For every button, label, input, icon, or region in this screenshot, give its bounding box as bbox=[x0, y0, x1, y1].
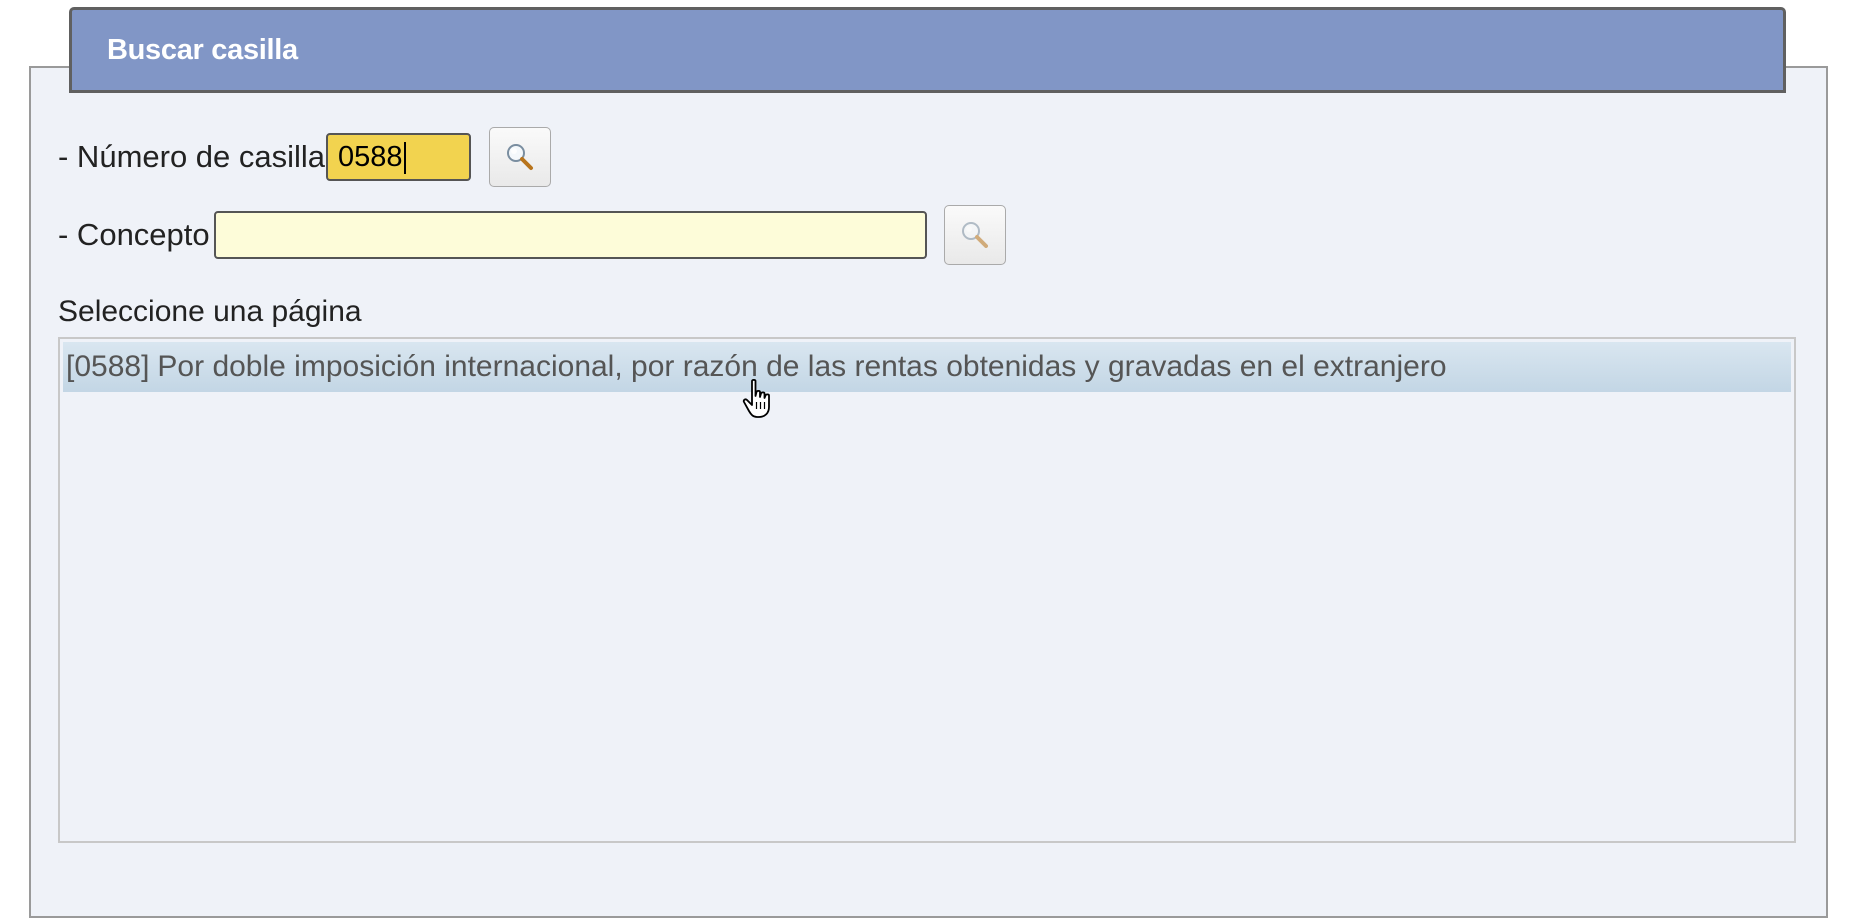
pagina-listbox[interactable]: [0588] Por doble imposición internaciona… bbox=[58, 337, 1796, 843]
concepto-search-button[interactable] bbox=[944, 205, 1006, 265]
list-item-code: [0588] bbox=[66, 350, 150, 383]
panel-title: Buscar casilla bbox=[107, 33, 298, 66]
hand-pointer-icon bbox=[742, 378, 770, 418]
panel-header: Buscar casilla bbox=[69, 7, 1786, 93]
seleccione-pagina-label: Seleccione una página bbox=[58, 295, 362, 328]
numero-casilla-input[interactable]: 0588 bbox=[326, 133, 471, 181]
numero-casilla-search-button[interactable] bbox=[489, 127, 551, 187]
text-caret bbox=[403, 142, 406, 175]
concepto-label: - Concepto bbox=[58, 217, 210, 252]
numero-casilla-label: - Número de casilla bbox=[58, 139, 326, 174]
concepto-input[interactable] bbox=[214, 211, 927, 259]
numero-casilla-value: 0588 bbox=[338, 141, 403, 173]
magnifier-icon bbox=[507, 144, 533, 170]
magnifier-icon bbox=[962, 222, 988, 248]
list-item-text: Por doble imposición internacional, por … bbox=[157, 350, 1447, 383]
list-item[interactable]: [0588] Por doble imposición internaciona… bbox=[63, 342, 1791, 392]
